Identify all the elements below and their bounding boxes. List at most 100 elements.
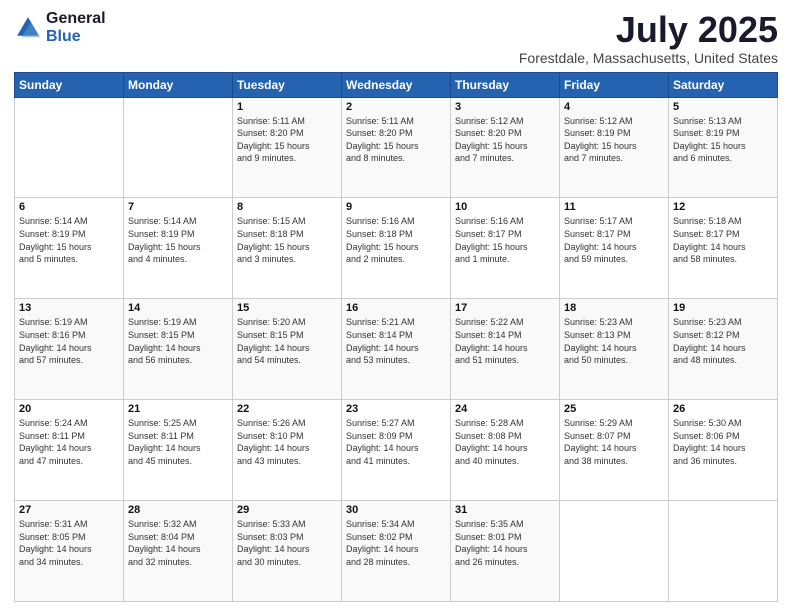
cell-day-number: 16 bbox=[346, 302, 446, 314]
title-block: July 2025 Forestdale, Massachusetts, Uni… bbox=[519, 10, 778, 66]
cell-day-number: 18 bbox=[564, 302, 664, 314]
cell-day-number: 30 bbox=[346, 504, 446, 516]
calendar-cell: 26Sunrise: 5:30 AM Sunset: 8:06 PM Dayli… bbox=[669, 400, 778, 501]
cell-day-number: 17 bbox=[455, 302, 555, 314]
calendar-cell: 25Sunrise: 5:29 AM Sunset: 8:07 PM Dayli… bbox=[560, 400, 669, 501]
weekday-row: SundayMondayTuesdayWednesdayThursdayFrid… bbox=[15, 72, 778, 97]
calendar-cell: 15 Sunrise: 5:20 AM Sunset: 8:15 PM Dayli… bbox=[233, 299, 342, 400]
cell-day-info: Sunrise: 5:35 AM Sunset: 8:01 PM Dayligh… bbox=[455, 518, 555, 568]
calendar-cell: 3 Sunrise: 5:12 AM Sunset: 8:20 PM Daylig… bbox=[451, 97, 560, 198]
cell-day-number: 10 bbox=[455, 201, 555, 213]
cell-day-number: 24 bbox=[455, 403, 555, 415]
cell-day-info: Sunrise: 5:31 AM Sunset: 8:05 PM Dayligh… bbox=[19, 518, 119, 568]
calendar-cell: 2 Sunrise: 5:11 AM Sunset: 8:20 PM Daylig… bbox=[342, 97, 451, 198]
cell-day-number: 7 bbox=[128, 201, 228, 213]
cell-day-info: Sunrise: 5:11 AM Sunset: 8:20 PM Dayligh… bbox=[346, 115, 446, 165]
cell-day-info: Sunrise: 5:27 AM Sunset: 8:09 PM Dayligh… bbox=[346, 417, 446, 467]
calendar-cell: 4 Sunrise: 5:12 AM Sunset: 8:19 PM Daylig… bbox=[560, 97, 669, 198]
weekday-header-sunday: Sunday bbox=[15, 72, 124, 97]
logo-blue-text: Blue bbox=[46, 28, 106, 46]
cell-day-number: 15 bbox=[237, 302, 337, 314]
calendar-cell: 5 Sunrise: 5:13 AM Sunset: 8:19 PM Daylig… bbox=[669, 97, 778, 198]
cell-day-info: Sunrise: 5:22 AM Sunset: 8:14 PM Dayligh… bbox=[455, 316, 555, 366]
calendar-cell bbox=[15, 97, 124, 198]
cell-day-number: 6 bbox=[19, 201, 119, 213]
logo-icon bbox=[14, 14, 42, 42]
cell-day-number: 4 bbox=[564, 101, 664, 113]
cell-day-number: 31 bbox=[455, 504, 555, 516]
calendar-cell: 9Sunrise: 5:16 AM Sunset: 8:18 PM Daylig… bbox=[342, 198, 451, 299]
calendar-cell bbox=[669, 501, 778, 602]
cell-day-info: Sunrise: 5:12 AM Sunset: 8:19 PM Dayligh… bbox=[564, 115, 664, 165]
calendar-cell: 20 Sunrise: 5:24 AM Sunset: 8:11 PM Dayli… bbox=[15, 400, 124, 501]
cell-day-number: 26 bbox=[673, 403, 773, 415]
cell-day-info: Sunrise: 5:19 AM Sunset: 8:15 PM Dayligh… bbox=[128, 316, 228, 366]
weekday-header-wednesday: Wednesday bbox=[342, 72, 451, 97]
cell-day-info: Sunrise: 5:23 AM Sunset: 8:13 PM Dayligh… bbox=[564, 316, 664, 366]
calendar-week-2: 13 Sunrise: 5:19 AM Sunset: 8:16 PM Dayli… bbox=[15, 299, 778, 400]
cell-day-number: 12 bbox=[673, 201, 773, 213]
calendar-cell: 1Sunrise: 5:11 AM Sunset: 8:20 PM Daylig… bbox=[233, 97, 342, 198]
weekday-header-tuesday: Tuesday bbox=[233, 72, 342, 97]
cell-day-info: Sunrise: 5:13 AM Sunset: 8:19 PM Dayligh… bbox=[673, 115, 773, 165]
weekday-header-monday: Monday bbox=[124, 72, 233, 97]
calendar-header: SundayMondayTuesdayWednesdayThursdayFrid… bbox=[15, 72, 778, 97]
weekday-header-thursday: Thursday bbox=[451, 72, 560, 97]
weekday-header-saturday: Saturday bbox=[669, 72, 778, 97]
calendar-table: SundayMondayTuesdayWednesdayThursdayFrid… bbox=[14, 72, 778, 602]
cell-day-number: 11 bbox=[564, 201, 664, 213]
cell-day-info: Sunrise: 5:23 AM Sunset: 8:12 PM Dayligh… bbox=[673, 316, 773, 366]
cell-day-info: Sunrise: 5:20 AM Sunset: 8:15 PM Dayligh… bbox=[237, 316, 337, 366]
calendar-week-0: 1 Sunrise: 5:11 AM Sunset: 8:20 PM Daylig… bbox=[15, 97, 778, 198]
cell-day-info: Sunrise: 5:32 AM Sunset: 8:04 PM Dayligh… bbox=[128, 518, 228, 568]
calendar-cell bbox=[560, 501, 669, 602]
calendar-cell: 21 Sunrise: 5:25 AM Sunset: 8:11 PM Dayli… bbox=[124, 400, 233, 501]
cell-day-number: 21 bbox=[128, 403, 228, 415]
cell-day-info: Sunrise: 5:21 AM Sunset: 8:14 PM Dayligh… bbox=[346, 316, 446, 366]
calendar-cell: 13 Sunrise: 5:19 AM Sunset: 8:16 PM Dayli… bbox=[15, 299, 124, 400]
calendar-title: July 2025 bbox=[519, 10, 778, 50]
cell-day-number: 27 bbox=[19, 504, 119, 516]
calendar-week-4: 27 Sunrise: 5:31 AM Sunset: 8:05 PM Dayli… bbox=[15, 501, 778, 602]
cell-day-info: Sunrise: 5:19 AM Sunset: 8:16 PM Dayligh… bbox=[19, 316, 119, 366]
logo-text: General Blue bbox=[46, 10, 106, 45]
cell-day-info: Sunrise: 5:25 AM Sunset: 8:11 PM Dayligh… bbox=[128, 417, 228, 467]
cell-day-number: 3 bbox=[455, 101, 555, 113]
cell-day-info: Sunrise: 5:24 AM Sunset: 8:11 PM Dayligh… bbox=[19, 417, 119, 467]
cell-day-number: 8 bbox=[237, 201, 337, 213]
calendar-cell: 31 Sunrise: 5:35 AM Sunset: 8:01 PM Dayli… bbox=[451, 501, 560, 602]
cell-day-number: 23 bbox=[346, 403, 446, 415]
cell-day-number: 13 bbox=[19, 302, 119, 314]
cell-day-info: Sunrise: 5:34 AM Sunset: 8:02 PM Dayligh… bbox=[346, 518, 446, 568]
calendar-cell: 6 Sunrise: 5:14 AM Sunset: 8:19 PM Daylig… bbox=[15, 198, 124, 299]
calendar-location: Forestdale, Massachusetts, United States bbox=[519, 50, 778, 66]
cell-day-info: Sunrise: 5:14 AM Sunset: 8:19 PM Dayligh… bbox=[19, 215, 119, 265]
calendar-week-1: 6 Sunrise: 5:14 AM Sunset: 8:19 PM Daylig… bbox=[15, 198, 778, 299]
calendar-cell: 30 Sunrise: 5:34 AM Sunset: 8:02 PM Dayli… bbox=[342, 501, 451, 602]
calendar-cell: 23 Sunrise: 5:27 AM Sunset: 8:09 PM Dayli… bbox=[342, 400, 451, 501]
calendar-cell: 28 Sunrise: 5:32 AM Sunset: 8:04 PM Dayli… bbox=[124, 501, 233, 602]
cell-day-info: Sunrise: 5:18 AM Sunset: 8:17 PM Dayligh… bbox=[673, 215, 773, 265]
cell-day-number: 5 bbox=[673, 101, 773, 113]
cell-day-number: 1 bbox=[237, 101, 337, 113]
cell-day-number: 28 bbox=[128, 504, 228, 516]
calendar-week-3: 20 Sunrise: 5:24 AM Sunset: 8:11 PM Dayli… bbox=[15, 400, 778, 501]
calendar-cell: 11Sunrise: 5:17 AM Sunset: 8:17 PM Dayli… bbox=[560, 198, 669, 299]
calendar-cell: 7 Sunrise: 5:14 AM Sunset: 8:19 PM Daylig… bbox=[124, 198, 233, 299]
header: General Blue July 2025 Forestdale, Massa… bbox=[14, 10, 778, 66]
cell-day-number: 9 bbox=[346, 201, 446, 213]
cell-day-number: 2 bbox=[346, 101, 446, 113]
weekday-header-friday: Friday bbox=[560, 72, 669, 97]
logo: General Blue bbox=[14, 10, 106, 45]
cell-day-number: 20 bbox=[19, 403, 119, 415]
calendar-cell: 12 Sunrise: 5:18 AM Sunset: 8:17 PM Dayli… bbox=[669, 198, 778, 299]
cell-day-info: Sunrise: 5:33 AM Sunset: 8:03 PM Dayligh… bbox=[237, 518, 337, 568]
logo-general-text: General bbox=[46, 10, 106, 28]
calendar-cell bbox=[124, 97, 233, 198]
cell-day-info: Sunrise: 5:12 AM Sunset: 8:20 PM Dayligh… bbox=[455, 115, 555, 165]
calendar-cell: 17 Sunrise: 5:22 AM Sunset: 8:14 PM Dayli… bbox=[451, 299, 560, 400]
calendar-cell: 22Sunrise: 5:26 AM Sunset: 8:10 PM Dayli… bbox=[233, 400, 342, 501]
calendar-body: 1 Sunrise: 5:11 AM Sunset: 8:20 PM Daylig… bbox=[15, 97, 778, 601]
calendar-cell: 19Sunrise: 5:23 AM Sunset: 8:12 PM Dayli… bbox=[669, 299, 778, 400]
cell-day-info: Sunrise: 5:14 AM Sunset: 8:19 PM Dayligh… bbox=[128, 215, 228, 265]
